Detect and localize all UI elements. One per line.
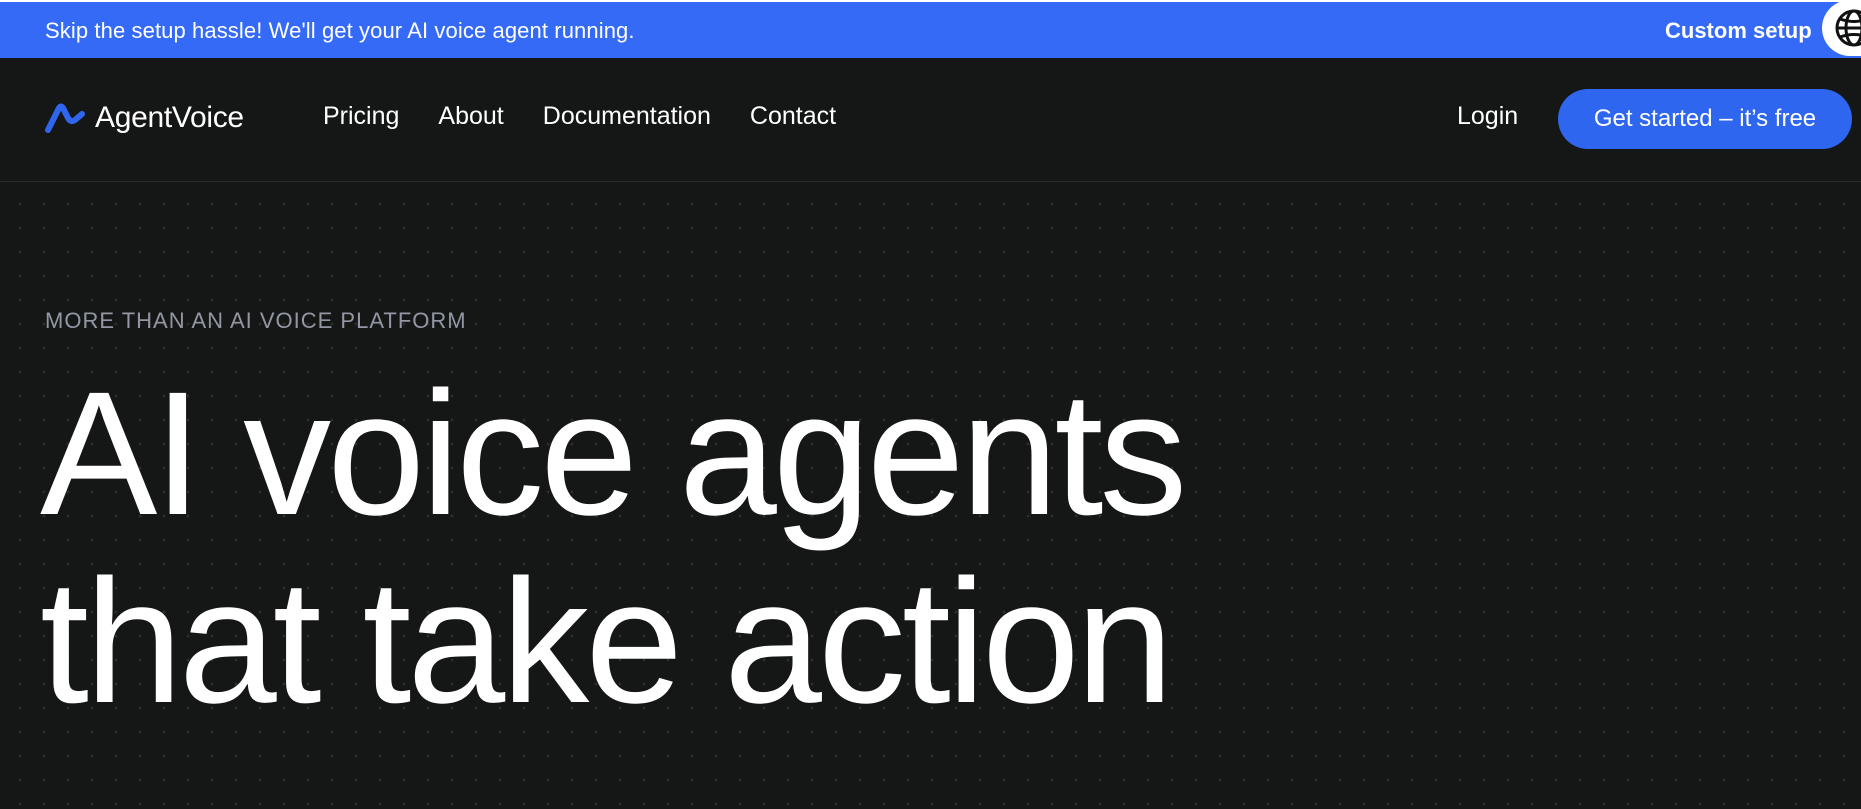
- globe-icon[interactable]: [1822, 0, 1861, 56]
- announcement-text: Skip the setup hassle! We'll get your AI…: [45, 18, 635, 43]
- announcement-bar: Skip the setup hassle! We'll get your AI…: [0, 0, 1861, 58]
- hero-section: MORE THAN AN AI VOICE PLATFORM AI voice …: [0, 182, 1861, 809]
- hero-headline-line-1: AI voice agents: [40, 356, 1187, 552]
- nav-link-contact[interactable]: Contact: [750, 102, 836, 131]
- hero-headline-line-2: that take action: [40, 544, 1174, 740]
- custom-setup-link[interactable]: Custom setup: [1665, 18, 1812, 44]
- hero-headline: AI voice agents that take action: [40, 356, 1187, 740]
- brand-name: AgentVoice: [95, 101, 244, 134]
- hero-eyebrow: MORE THAN AN AI VOICE PLATFORM: [45, 308, 467, 333]
- brand-logo[interactable]: AgentVoice: [45, 98, 244, 138]
- login-link[interactable]: Login: [1457, 102, 1518, 131]
- primary-nav: Pricing About Documentation Contact: [323, 102, 875, 131]
- main-navbar: AgentVoice Pricing About Documentation C…: [0, 58, 1861, 182]
- nav-link-about[interactable]: About: [438, 102, 503, 131]
- wave-logo-icon: [45, 103, 85, 133]
- get-started-button[interactable]: Get started – it’s free: [1558, 89, 1852, 149]
- nav-link-pricing[interactable]: Pricing: [323, 102, 399, 131]
- nav-link-documentation[interactable]: Documentation: [543, 102, 711, 131]
